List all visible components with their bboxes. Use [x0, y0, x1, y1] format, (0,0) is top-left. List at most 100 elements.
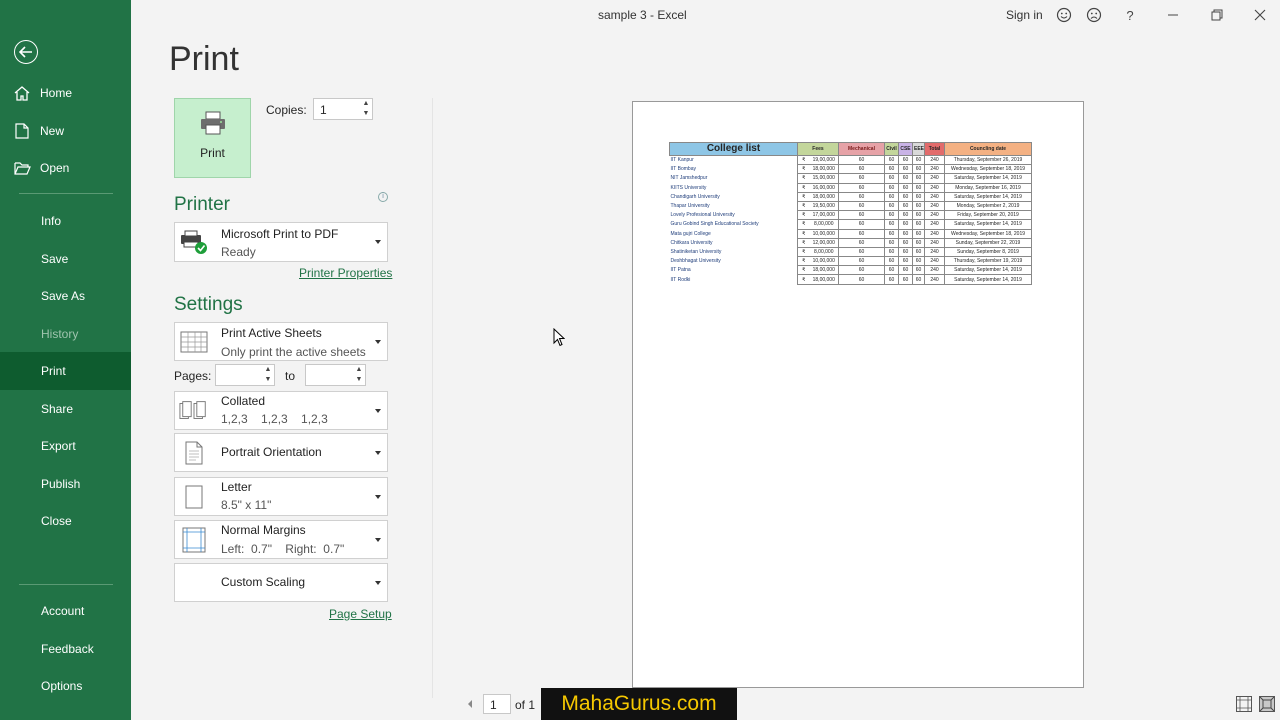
zoom-to-page-icon[interactable] — [1259, 696, 1275, 712]
preview-cell: 60 — [912, 219, 925, 230]
page-number-input[interactable]: 1 — [483, 694, 511, 714]
preview-college-cell: Lovely Profesional University — [669, 210, 798, 220]
sidebar-item-options[interactable]: Options — [0, 667, 131, 705]
restore-icon[interactable] — [1208, 6, 1226, 24]
preview-cell: 60 — [838, 154, 885, 166]
spin-up-icon[interactable]: ▲ — [264, 366, 272, 374]
preview-cell: 17,00,000 — [809, 210, 839, 221]
orientation-dropdown[interactable]: Portrait Orientation — [174, 433, 388, 472]
preview-cell: 240 — [924, 173, 945, 184]
preview-college-cell: IIT Patna — [669, 265, 798, 275]
pages-from-input[interactable]: ▲ ▼ — [215, 364, 275, 386]
preview-header-cell: Fees — [797, 142, 839, 156]
sidebar-item-info[interactable]: Info — [0, 202, 131, 240]
preview-cell: 60 — [898, 182, 913, 193]
preview-cell: 60 — [912, 164, 925, 175]
preview-row: Deshbhagat University ₹10,00,000 60 60 60 60 2… — [669, 256, 1032, 267]
paper-subtitle: 8.5" x 11" — [221, 498, 272, 512]
help-icon[interactable]: ? — [1121, 6, 1139, 24]
sidebar-item-share[interactable]: Share — [0, 390, 131, 428]
page-setup-link[interactable]: Page Setup — [329, 607, 392, 621]
preview-cell: 15,00,000 — [809, 173, 839, 184]
preview-cell: 60 — [912, 200, 925, 212]
preview-row: IIT Patna ₹18,00,000 60 60 60 60 240 Saturday, … — [669, 265, 1032, 276]
previous-page-icon[interactable] — [466, 698, 476, 710]
sidebar-item-home[interactable]: Home — [0, 74, 131, 112]
preview-cell: 60 — [838, 210, 885, 221]
preview-row: Chitkara University ₹12,00,000 60 60 60 60 240… — [669, 237, 1032, 248]
preview-college-cell: IIT Bombay — [669, 164, 798, 174]
print-button[interactable]: Print — [174, 98, 251, 178]
chevron-down-icon — [375, 537, 381, 542]
sidebar-item-feedback[interactable]: Feedback — [0, 630, 131, 668]
back-arrow-icon[interactable] — [14, 40, 38, 64]
spin-down-icon[interactable]: ▼ — [355, 376, 363, 384]
preview-cell: 60 — [912, 256, 925, 267]
preview-cell: 240 — [924, 228, 945, 239]
spin-up-icon[interactable]: ▲ — [362, 100, 370, 108]
title-bar: sample 3 - Excel Sign in ? — [131, 0, 1280, 30]
pages-to-input[interactable]: ▲ ▼ — [305, 364, 366, 386]
preview-cell: ₹ — [797, 246, 810, 258]
preview-row: Mata gujri College ₹10,00,000 60 60 60 60 240 W… — [669, 228, 1032, 239]
preview-cell: 60 — [884, 228, 899, 239]
sidebar-item-label: Home — [40, 86, 73, 100]
preview-cell: 240 — [924, 274, 945, 285]
preview-cell: 60 — [898, 200, 913, 212]
frown-feedback-icon[interactable] — [1085, 6, 1103, 24]
chevron-down-icon — [375, 408, 381, 413]
open-folder-icon — [0, 161, 40, 175]
preview-header-cell: College list — [669, 142, 798, 156]
portrait-page-icon — [179, 441, 209, 465]
preview-cell: 8,00,000 — [809, 246, 839, 258]
sidebar-item-save-as[interactable]: Save As — [0, 277, 131, 315]
copies-stepper[interactable]: 1 ▲ ▼ — [313, 98, 373, 120]
preview-cell: 18,00,000 — [809, 274, 839, 285]
sidebar-item-label: Open — [40, 161, 70, 175]
preview-cell: 60 — [898, 237, 913, 248]
preview-college-cell: IIT Rodki — [669, 274, 798, 285]
info-icon[interactable]: i — [378, 192, 388, 202]
scaling-dropdown[interactable]: Custom Scaling — [174, 563, 388, 602]
preview-cell: 240 — [924, 210, 945, 221]
sidebar-item-open[interactable]: Open — [0, 149, 131, 187]
spin-up-icon[interactable]: ▲ — [355, 366, 363, 374]
preview-cell: 240 — [924, 246, 945, 258]
sidebar-divider — [19, 584, 113, 585]
preview-cell: Sunday, September 22, 2019 — [944, 237, 1032, 248]
show-margins-icon[interactable] — [1236, 696, 1252, 712]
preview-cell: Saturday, September 14, 2019 — [944, 274, 1032, 285]
preview-row: Lovely Profesional University ₹17,00,000 6… — [669, 210, 1032, 221]
sidebar-item-account[interactable]: Account — [0, 592, 131, 630]
window-title: sample 3 - Excel — [598, 8, 687, 22]
sidebar-item-print[interactable]: Print — [0, 352, 131, 390]
smile-feedback-icon[interactable] — [1055, 6, 1073, 24]
margins-title: Normal Margins — [221, 523, 306, 537]
preview-cell: 240 — [924, 164, 945, 175]
printer-dropdown[interactable]: Microsoft Print to PDF Ready — [174, 222, 388, 262]
collation-dropdown[interactable]: Collated 1,2,3 1,2,3 1,2,3 — [174, 391, 388, 430]
printer-properties-link[interactable]: Printer Properties — [299, 266, 392, 280]
preview-cell: 60 — [898, 246, 913, 258]
sidebar-item-close[interactable]: Close — [0, 502, 131, 540]
minimize-icon[interactable] — [1164, 6, 1182, 24]
preview-cell: 19,50,000 — [809, 200, 839, 212]
preview-college-cell: NIT Jamshedpur — [669, 173, 798, 184]
spin-down-icon[interactable]: ▼ — [264, 376, 272, 384]
spin-down-icon[interactable]: ▼ — [362, 110, 370, 118]
sign-in-link[interactable]: Sign in — [1006, 8, 1043, 22]
close-icon[interactable] — [1251, 6, 1269, 24]
paper-size-dropdown[interactable]: Letter 8.5" x 11" — [174, 477, 388, 516]
print-what-dropdown[interactable]: Print Active Sheets Only print the activ… — [174, 322, 388, 361]
preview-row: IIT Kanpur ₹19,00,000 60 60 60 60 240 Thursday,… — [669, 154, 1032, 166]
preview-cell: ₹ — [797, 154, 810, 166]
sidebar-item-new[interactable]: New — [0, 112, 131, 150]
sidebar-item-publish[interactable]: Publish — [0, 465, 131, 503]
sidebar-item-export[interactable]: Export — [0, 427, 131, 465]
preview-cell: 12,00,000 — [809, 237, 839, 248]
margins-dropdown[interactable]: Normal Margins Left: 0.7" Right: 0.7" — [174, 520, 388, 559]
preview-row: Chandigarh University ₹18,00,000 60 60 60 60 2… — [669, 191, 1032, 202]
sidebar-item-save[interactable]: Save — [0, 240, 131, 278]
preview-college-cell: Deshbhagat University — [669, 256, 798, 266]
printer-icon — [199, 111, 227, 138]
